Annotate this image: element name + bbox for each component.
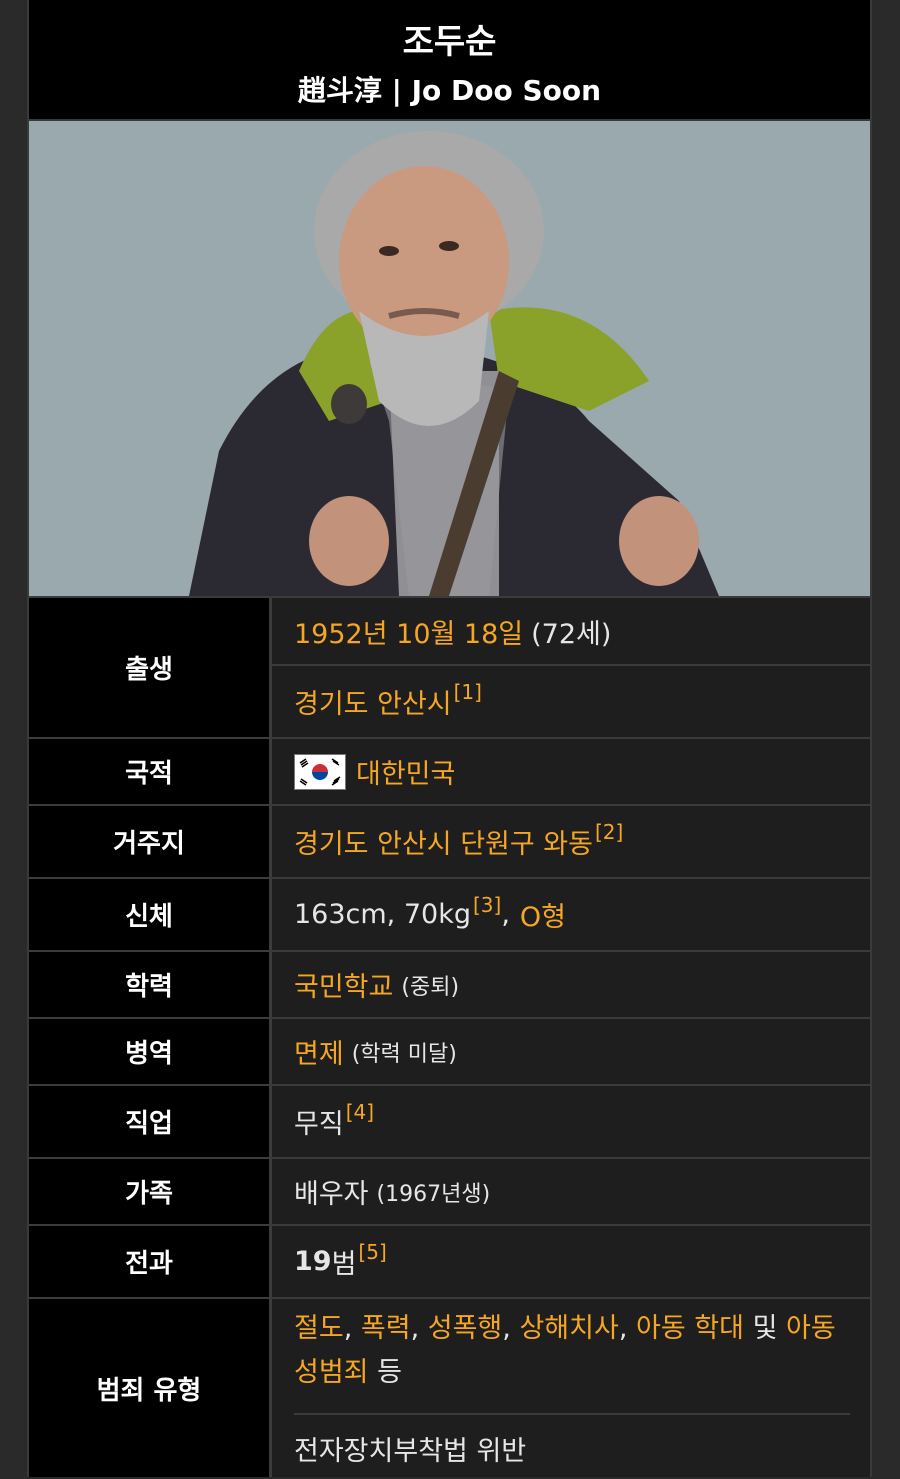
separator: , <box>343 1313 353 1344</box>
body-value: 163cm, 70kg [3] , O형 <box>272 879 870 950</box>
label-job: 직업 <box>29 1086 272 1157</box>
person-subtitle: 趙斗淳 | Jo Doo Soon <box>297 74 602 107</box>
row-nationality: 국적 대한민국 <box>29 737 870 804</box>
person-photo[interactable] <box>29 121 870 596</box>
education-value: 국민학교 (중퇴) <box>272 952 870 1017</box>
row-job: 직업 무직 [4] <box>29 1084 870 1157</box>
row-education: 학력 국민학교 (중퇴) <box>29 950 870 1017</box>
footnote-ref[interactable]: [5] <box>358 1240 386 1264</box>
label-residence: 거주지 <box>29 806 272 877</box>
family-value: 배우자 (1967년생) <box>272 1159 870 1224</box>
record-unit: 범 <box>331 1249 357 1280</box>
birth-place-link[interactable]: 경기도 안산시 <box>294 682 452 721</box>
row-birth: 출생 1952년 10월 18일 (72세) 경기도 안산시 [1] <box>29 596 870 737</box>
south-korea-flag-icon[interactable] <box>294 753 346 790</box>
label-birth: 출생 <box>29 598 272 737</box>
label-nationality: 국적 <box>29 739 272 804</box>
crime-extra-text: 전자장치부착법 위반 <box>294 1435 527 1467</box>
footnote-ref[interactable]: [1] <box>454 680 482 704</box>
infobox-header: 조두순 趙斗淳 | Jo Doo Soon <box>29 0 870 121</box>
birth-date-link[interactable]: 1952년 10월 18일 <box>294 612 523 651</box>
conjunction: 및 <box>752 1313 778 1344</box>
job-text: 무직 <box>294 1109 344 1140</box>
label-crimes: 범죄 유형 <box>29 1299 272 1477</box>
military-link[interactable]: 면제 <box>294 1032 344 1071</box>
row-crimes: 범죄 유형 절도, 폭력, 성폭행, 상해치사, 아동 학대 및 아동 성범죄 … <box>29 1297 870 1477</box>
portrait-illustration <box>29 121 870 596</box>
birth-place-value: 경기도 안산시 [1] <box>272 666 870 737</box>
military-value: 면제 (학력 미달) <box>272 1019 870 1084</box>
blood-type-link[interactable]: O형 <box>520 895 566 934</box>
footnote-ref[interactable]: [4] <box>346 1100 374 1124</box>
divider <box>294 1413 850 1415</box>
record-count: 19 <box>294 1246 332 1277</box>
label-education: 학력 <box>29 952 272 1017</box>
footnote-ref[interactable]: [2] <box>595 820 623 844</box>
education-link[interactable]: 국민학교 <box>294 965 393 1004</box>
nationality-value: 대한민국 <box>272 739 870 804</box>
separator: , <box>410 1313 420 1344</box>
label-family: 가족 <box>29 1159 272 1224</box>
label-record: 전과 <box>29 1226 272 1297</box>
separator: , <box>618 1313 628 1344</box>
separator: , <box>502 1313 511 1344</box>
education-note: (중퇴) <box>401 974 460 1000</box>
birth-date-value: 1952년 10월 18일 (72세) <box>272 598 870 664</box>
separator: , <box>501 899 510 930</box>
crime-link-violence[interactable]: 폭력 <box>361 1313 411 1344</box>
crime-extra-value: 전자장치부착법 위반 <box>272 1417 870 1479</box>
height-weight: 163cm, 70kg <box>294 899 471 930</box>
birth-age: (72세) <box>531 618 612 650</box>
crime-link-rape[interactable]: 성폭행 <box>428 1313 503 1344</box>
crime-types-list: 절도, 폭력, 성폭행, 상해치사, 아동 학대 및 아동 성범죄 등 <box>272 1307 870 1395</box>
person-name: 조두순 <box>402 22 497 62</box>
crime-link-child-abuse[interactable]: 아동 학대 <box>636 1313 744 1344</box>
row-military: 병역 면제 (학력 미달) <box>29 1017 870 1084</box>
infobox: 조두순 趙斗淳 | Jo Doo Soon 출생 1952년 10월 18일 (… <box>27 0 872 1477</box>
row-family: 가족 배우자 (1967년생) <box>29 1157 870 1224</box>
label-body: 신체 <box>29 879 272 950</box>
family-text: 배우자 <box>294 1179 369 1210</box>
crime-link-manslaughter[interactable]: 상해치사 <box>519 1313 618 1344</box>
crime-link-theft[interactable]: 절도 <box>294 1313 344 1344</box>
row-record: 전과 19 범 [5] <box>29 1224 870 1297</box>
etc-text: 등 <box>377 1357 402 1388</box>
row-body: 신체 163cm, 70kg [3] , O형 <box>29 877 870 950</box>
footnote-ref[interactable]: [3] <box>473 893 501 917</box>
residence-link[interactable]: 경기도 안산시 단원구 와동 <box>294 822 593 861</box>
record-value: 19 범 [5] <box>272 1226 870 1297</box>
job-value: 무직 [4] <box>272 1086 870 1157</box>
row-residence: 거주지 경기도 안산시 단원구 와동 [2] <box>29 804 870 877</box>
family-note: (1967년생) <box>376 1181 491 1207</box>
military-note: (학력 미달) <box>351 1041 457 1067</box>
label-military: 병역 <box>29 1019 272 1084</box>
residence-value: 경기도 안산시 단원구 와동 [2] <box>272 806 870 877</box>
nationality-link[interactable]: 대한민국 <box>356 752 455 791</box>
